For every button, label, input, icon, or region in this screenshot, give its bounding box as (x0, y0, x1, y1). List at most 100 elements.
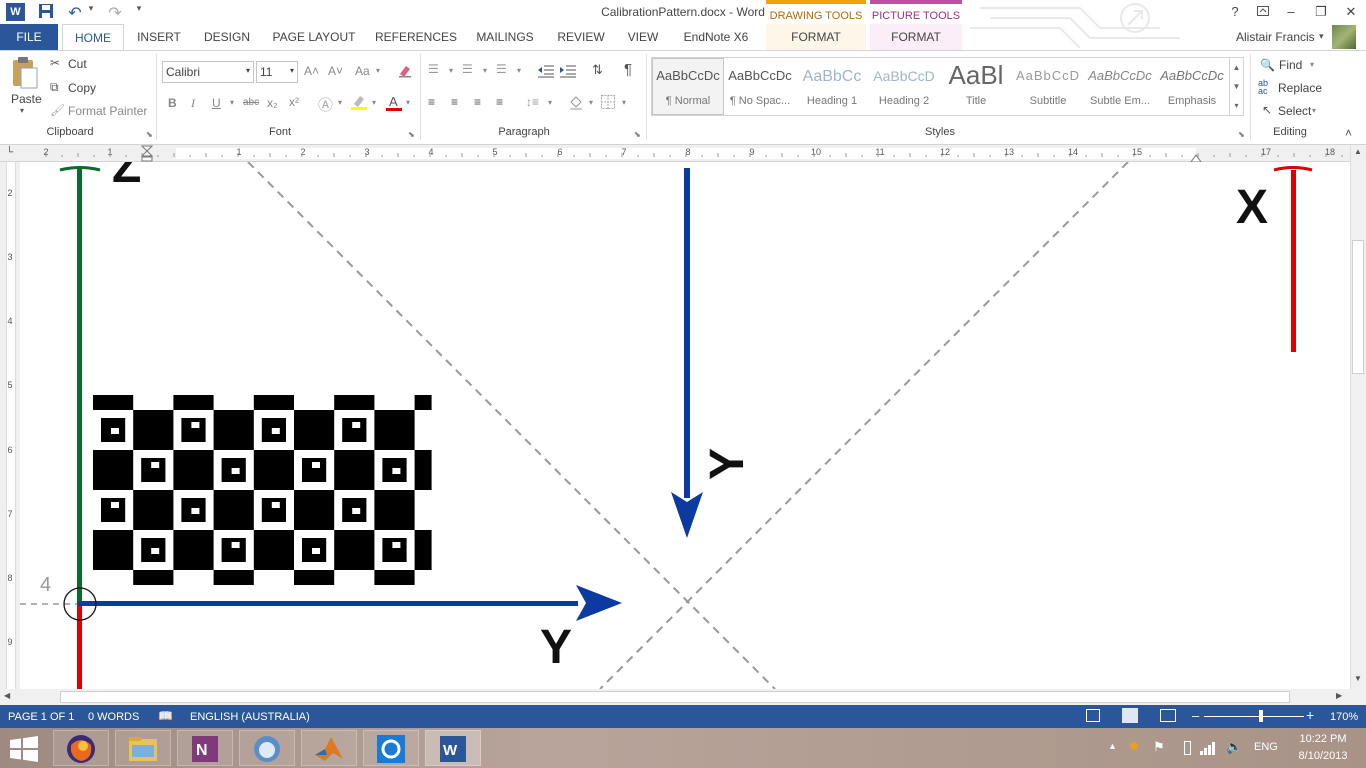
clock-date[interactable]: 8/10/2013 (1296, 750, 1350, 762)
clock-time[interactable]: 10:22 PM (1298, 733, 1348, 745)
print-layout-icon[interactable] (1122, 708, 1138, 723)
tab-file[interactable]: FILE (0, 24, 58, 50)
document-drawing[interactable] (20, 162, 1350, 689)
language-status[interactable]: ENGLISH (AUSTRALIA) (190, 711, 310, 723)
style-item-subtitle[interactable]: AaBbCcD (1013, 68, 1083, 90)
align-center-icon[interactable]: ≡ (451, 95, 458, 109)
cut-button[interactable]: Cut (68, 57, 87, 71)
explorer-icon[interactable] (115, 730, 171, 766)
replace-button[interactable]: Replace (1278, 81, 1322, 95)
scroll-right-icon[interactable]: ▶ (1336, 691, 1342, 700)
y-axis-line[interactable] (78, 601, 578, 606)
styles-scroll[interactable]: ▲ ▼ ▾ (1229, 58, 1243, 115)
firefox-icon[interactable] (53, 730, 109, 766)
chevron-down-icon[interactable]: ▾ (483, 66, 487, 75)
update-icon[interactable] (363, 730, 419, 766)
zoom-slider-track[interactable] (1204, 716, 1304, 717)
style-item-heading2[interactable]: AaBbCcD (869, 68, 939, 90)
paragraph-launcher-icon[interactable]: ⬊ (634, 130, 641, 139)
start-button[interactable] (10, 736, 38, 765)
show-formatting-icon[interactable]: ¶ (624, 61, 632, 78)
word-icon[interactable]: W (425, 730, 481, 766)
volume-icon[interactable]: 🔈 (1226, 739, 1242, 755)
select-button[interactable]: Select (1278, 104, 1311, 118)
chevron-down-icon[interactable]: ▾ (517, 66, 521, 75)
italic-button[interactable]: I (191, 96, 195, 111)
tray-app-icon[interactable]: ✹ (1128, 738, 1140, 755)
borders-icon[interactable] (601, 95, 615, 112)
web-layout-icon[interactable] (1160, 709, 1176, 722)
highlight-icon[interactable] (350, 94, 368, 113)
zoom-out-icon[interactable]: – (1192, 708, 1199, 723)
chevron-down-icon[interactable]: ▾ (622, 98, 626, 107)
format-painter-button[interactable]: Format Painter (68, 104, 147, 118)
chevron-down-icon[interactable]: ▾ (449, 66, 453, 75)
style-item-normal[interactable]: AaBbCcDc (653, 68, 723, 90)
strikethrough-button[interactable]: abc (243, 97, 259, 108)
grow-font-icon[interactable]: A˄ (304, 64, 319, 78)
close-button[interactable]: ✕ (1338, 2, 1364, 22)
chevron-down-icon[interactable]: ▾ (406, 98, 410, 107)
tab-design[interactable]: DESIGN (196, 24, 258, 50)
scroll-left-icon[interactable]: ◀ (4, 691, 10, 700)
align-left-icon[interactable]: ≡ (428, 95, 435, 109)
bullets-icon[interactable]: ☰ (428, 62, 439, 76)
tab-drawing-format[interactable]: FORMAT (766, 24, 866, 50)
onenote-icon[interactable]: N (177, 730, 233, 766)
horizontal-scroll-thumb[interactable] (60, 691, 1290, 703)
tab-view[interactable]: VIEW (620, 24, 666, 50)
paste-button[interactable]: Paste (11, 92, 42, 106)
tab-picture-format[interactable]: FORMAT (870, 24, 962, 50)
superscript-button[interactable]: x² (289, 95, 299, 109)
paste-icon[interactable] (10, 56, 40, 90)
justify-icon[interactable]: ≡ (496, 95, 503, 109)
find-button[interactable]: Find (1279, 58, 1302, 72)
tab-home[interactable]: HOME (62, 24, 124, 51)
style-item-title[interactable]: AaBl (941, 60, 1011, 92)
font-launcher-icon[interactable]: ⬊ (408, 130, 415, 139)
cat-icon[interactable] (239, 730, 295, 766)
tab-mailings[interactable]: MAILINGS (468, 24, 542, 50)
read-mode-icon[interactable] (1086, 709, 1100, 722)
user-name[interactable]: Alistair Francis (1236, 30, 1315, 44)
underline-button[interactable]: U (212, 96, 221, 110)
text-effects-icon[interactable]: Ⓐ (318, 94, 333, 115)
change-case-icon[interactable]: Aa (355, 64, 370, 78)
scroll-up-icon[interactable]: ▲ (1352, 147, 1364, 159)
y2-axis-line[interactable] (684, 168, 690, 498)
proofing-icon[interactable]: 📖 (158, 709, 173, 723)
increase-indent-icon[interactable] (560, 64, 576, 81)
tab-references[interactable]: REFERENCES (372, 24, 460, 50)
word-count-status[interactable]: 0 WORDS (88, 711, 139, 723)
chevron-down-icon[interactable]: ▾ (1310, 60, 1314, 69)
minimize-button[interactable]: – (1278, 2, 1304, 22)
more-styles-icon[interactable]: ▾ (1230, 96, 1243, 115)
scroll-down-icon[interactable]: ▼ (1352, 674, 1364, 686)
font-name-box[interactable]: Calibri ▾ (162, 61, 254, 83)
tab-review[interactable]: REVIEW (550, 24, 612, 50)
shrink-font-icon[interactable]: A˅ (328, 64, 343, 78)
ribbon-display-options-icon[interactable] (1250, 2, 1276, 22)
matlab-icon[interactable] (301, 730, 357, 766)
network-icon[interactable] (1200, 741, 1216, 758)
tab-insert[interactable]: INSERT (130, 24, 188, 50)
page-count-status[interactable]: PAGE 1 OF 1 (8, 711, 74, 723)
multilevel-list-icon[interactable]: ☰ (496, 62, 507, 76)
zoom-level[interactable]: 170% (1330, 711, 1358, 723)
line-spacing-icon[interactable]: ↕≡ (526, 95, 539, 109)
font-size-box[interactable]: 11 ▾ (256, 61, 298, 83)
tray-overflow-icon[interactable]: ▲ (1108, 741, 1117, 751)
bold-button[interactable]: B (168, 96, 177, 110)
flag-icon[interactable]: ⚑ (1153, 739, 1165, 755)
z-axis-line[interactable] (77, 168, 82, 604)
user-dropdown-icon[interactable]: ▾ (1319, 31, 1324, 42)
x-axis-line[interactable] (1291, 170, 1296, 352)
avatar[interactable] (1332, 25, 1356, 49)
chevron-down-icon[interactable]: ▾ (1312, 106, 1316, 115)
font-color-icon[interactable]: A (386, 94, 402, 112)
chevron-down-icon[interactable]: ▾ (230, 98, 234, 107)
paste-dropdown-icon[interactable]: ▾ (20, 106, 24, 115)
chevron-down-icon[interactable]: ▾ (548, 98, 552, 107)
restore-button[interactable]: ❐ (1308, 2, 1334, 22)
zoom-in-icon[interactable]: + (1306, 707, 1314, 723)
